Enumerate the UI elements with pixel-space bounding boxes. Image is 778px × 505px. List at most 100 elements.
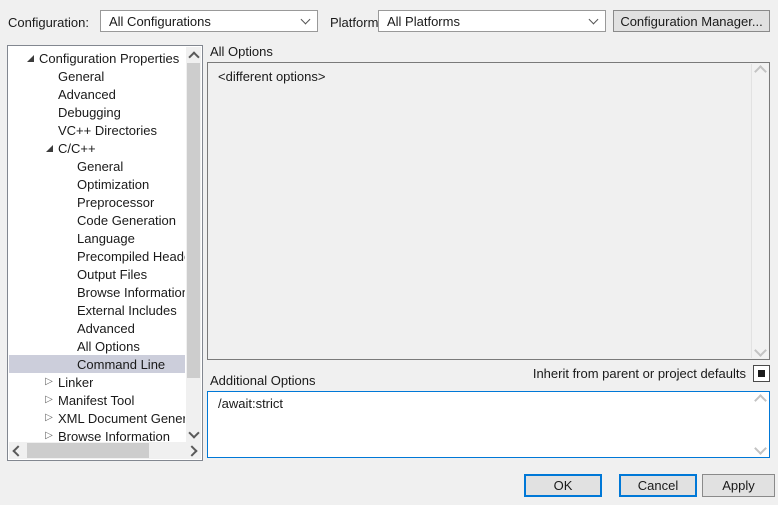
- platform-dropdown[interactable]: All Platforms: [378, 10, 606, 32]
- configuration-label: Configuration:: [8, 15, 89, 30]
- tree-item[interactable]: Browse Information: [9, 283, 185, 301]
- tree-horizontal-scrollbar[interactable]: [9, 442, 201, 459]
- tree-twisty-icon: [59, 194, 77, 210]
- tree-item-label: Preprocessor: [77, 195, 154, 210]
- tree-item-label: All Options: [77, 339, 140, 354]
- tree-item-label: Advanced: [77, 321, 135, 336]
- tree-item-label: Browse Information: [77, 285, 185, 300]
- tree-item-label: Command Line: [77, 357, 165, 372]
- scroll-right-icon[interactable]: [185, 442, 201, 459]
- all-options-value: <different options>: [218, 69, 747, 84]
- tree-item[interactable]: Configuration Properties: [9, 49, 185, 67]
- tree-item[interactable]: All Options: [9, 337, 185, 355]
- tree-item[interactable]: Linker: [9, 373, 185, 391]
- inherit-checkbox[interactable]: [753, 365, 770, 382]
- tree-item[interactable]: Manifest Tool: [9, 391, 185, 409]
- ok-button[interactable]: OK: [524, 474, 602, 497]
- tree-twisty-icon: [40, 86, 58, 102]
- tree-item[interactable]: Code Generation: [9, 211, 185, 229]
- tree-item[interactable]: C/C++: [9, 139, 185, 157]
- chevron-down-icon: [589, 15, 599, 25]
- tree-item[interactable]: Preprocessor: [9, 193, 185, 211]
- tree-twisty-icon: [59, 302, 77, 318]
- tree-item[interactable]: Optimization: [9, 175, 185, 193]
- tree-item[interactable]: Advanced: [9, 319, 185, 337]
- tree-twisty-icon[interactable]: [40, 410, 58, 426]
- tree-item[interactable]: General: [9, 67, 185, 85]
- tree-item-label: Debugging: [58, 105, 121, 120]
- tree-twisty-icon: [59, 158, 77, 174]
- tree-item[interactable]: Browse Information: [9, 427, 185, 442]
- inherit-row: Inherit from parent or project defaults: [533, 365, 770, 382]
- tree-twisty-icon: [40, 68, 58, 84]
- tree-item-label: Linker: [58, 375, 93, 390]
- tree-item-label: Advanced: [58, 87, 116, 102]
- tree-item[interactable]: VC++ Directories: [9, 121, 185, 139]
- tree-item[interactable]: Output Files: [9, 265, 185, 283]
- tree-item-label: Manifest Tool: [58, 393, 134, 408]
- checkbox-indeterminate-icon: [758, 370, 765, 377]
- tree-twisty-icon[interactable]: [40, 392, 58, 408]
- configuration-dropdown[interactable]: All Configurations: [100, 10, 318, 32]
- all-options-scrollbar[interactable]: [751, 64, 768, 358]
- scroll-up-icon[interactable]: [752, 67, 768, 73]
- tree-item-label: Optimization: [77, 177, 149, 192]
- tree-twisty-icon: [59, 248, 77, 264]
- tree-item[interactable]: Advanced: [9, 85, 185, 103]
- tree-item-label: General: [58, 69, 104, 84]
- tree-twisty-icon: [59, 176, 77, 192]
- tree-twisty-icon: [40, 122, 58, 138]
- additional-options-input[interactable]: /await:strict: [207, 391, 770, 458]
- all-options-box[interactable]: <different options>: [207, 62, 770, 360]
- configuration-manager-button[interactable]: Configuration Manager...: [613, 10, 770, 32]
- tree-twisty-icon[interactable]: [21, 50, 39, 66]
- scroll-down-icon[interactable]: [752, 349, 768, 355]
- additional-options-label: Additional Options: [210, 373, 316, 388]
- scroll-down-icon[interactable]: [186, 426, 201, 442]
- tree-item-label: Browse Information: [58, 429, 170, 443]
- scrollbar-thumb[interactable]: [187, 63, 200, 378]
- tree-twisty-icon: [59, 338, 77, 354]
- tree-twisty-icon: [59, 284, 77, 300]
- tree-item-label: XML Document Genera: [58, 411, 185, 426]
- inherit-label: Inherit from parent or project defaults: [533, 366, 746, 381]
- scroll-down-icon[interactable]: [752, 447, 768, 453]
- tree-item-label: General: [77, 159, 123, 174]
- tree-twisty-icon: [59, 230, 77, 246]
- properties-tree: Configuration Properties General Advance…: [9, 49, 185, 442]
- tree-item[interactable]: Command Line: [9, 355, 185, 373]
- tree-item[interactable]: XML Document Genera: [9, 409, 185, 427]
- tree-item-label: C/C++: [58, 141, 96, 156]
- scroll-up-icon[interactable]: [752, 396, 768, 402]
- tree-twisty-icon: [59, 266, 77, 282]
- tree-vertical-scrollbar[interactable]: [186, 47, 201, 442]
- tree-twisty-icon[interactable]: [40, 428, 58, 442]
- tree-twisty-icon: [59, 320, 77, 336]
- tree-twisty-icon: [59, 356, 77, 372]
- chevron-down-icon: [301, 15, 311, 25]
- tree-twisty-icon: [40, 104, 58, 120]
- tree-item[interactable]: Debugging: [9, 103, 185, 121]
- platform-label: Platform:: [330, 15, 382, 30]
- scrollbar-thumb[interactable]: [27, 443, 149, 458]
- configuration-dropdown-value: All Configurations: [109, 14, 302, 29]
- cancel-button[interactable]: Cancel: [619, 474, 697, 497]
- platform-dropdown-value: All Platforms: [387, 14, 590, 29]
- tree-twisty-icon[interactable]: [40, 374, 58, 390]
- tree-twisty-icon[interactable]: [40, 140, 58, 156]
- scroll-left-icon[interactable]: [9, 442, 25, 459]
- additional-options-scrollbar[interactable]: [752, 393, 768, 456]
- tree-item-label: Configuration Properties: [39, 51, 179, 66]
- tree-item[interactable]: Language: [9, 229, 185, 247]
- tree-item-label: Output Files: [77, 267, 147, 282]
- apply-button[interactable]: Apply: [702, 474, 775, 497]
- tree-item[interactable]: General: [9, 157, 185, 175]
- scroll-up-icon[interactable]: [186, 47, 201, 63]
- tree-item[interactable]: Precompiled Heade: [9, 247, 185, 265]
- tree-item[interactable]: External Includes: [9, 301, 185, 319]
- properties-tree-panel: Configuration Properties General Advance…: [7, 45, 203, 461]
- tree-item-label: External Includes: [77, 303, 177, 318]
- tree-item-label: Precompiled Heade: [77, 249, 185, 264]
- all-options-label: All Options: [210, 44, 273, 59]
- additional-options-value: /await:strict: [218, 396, 747, 411]
